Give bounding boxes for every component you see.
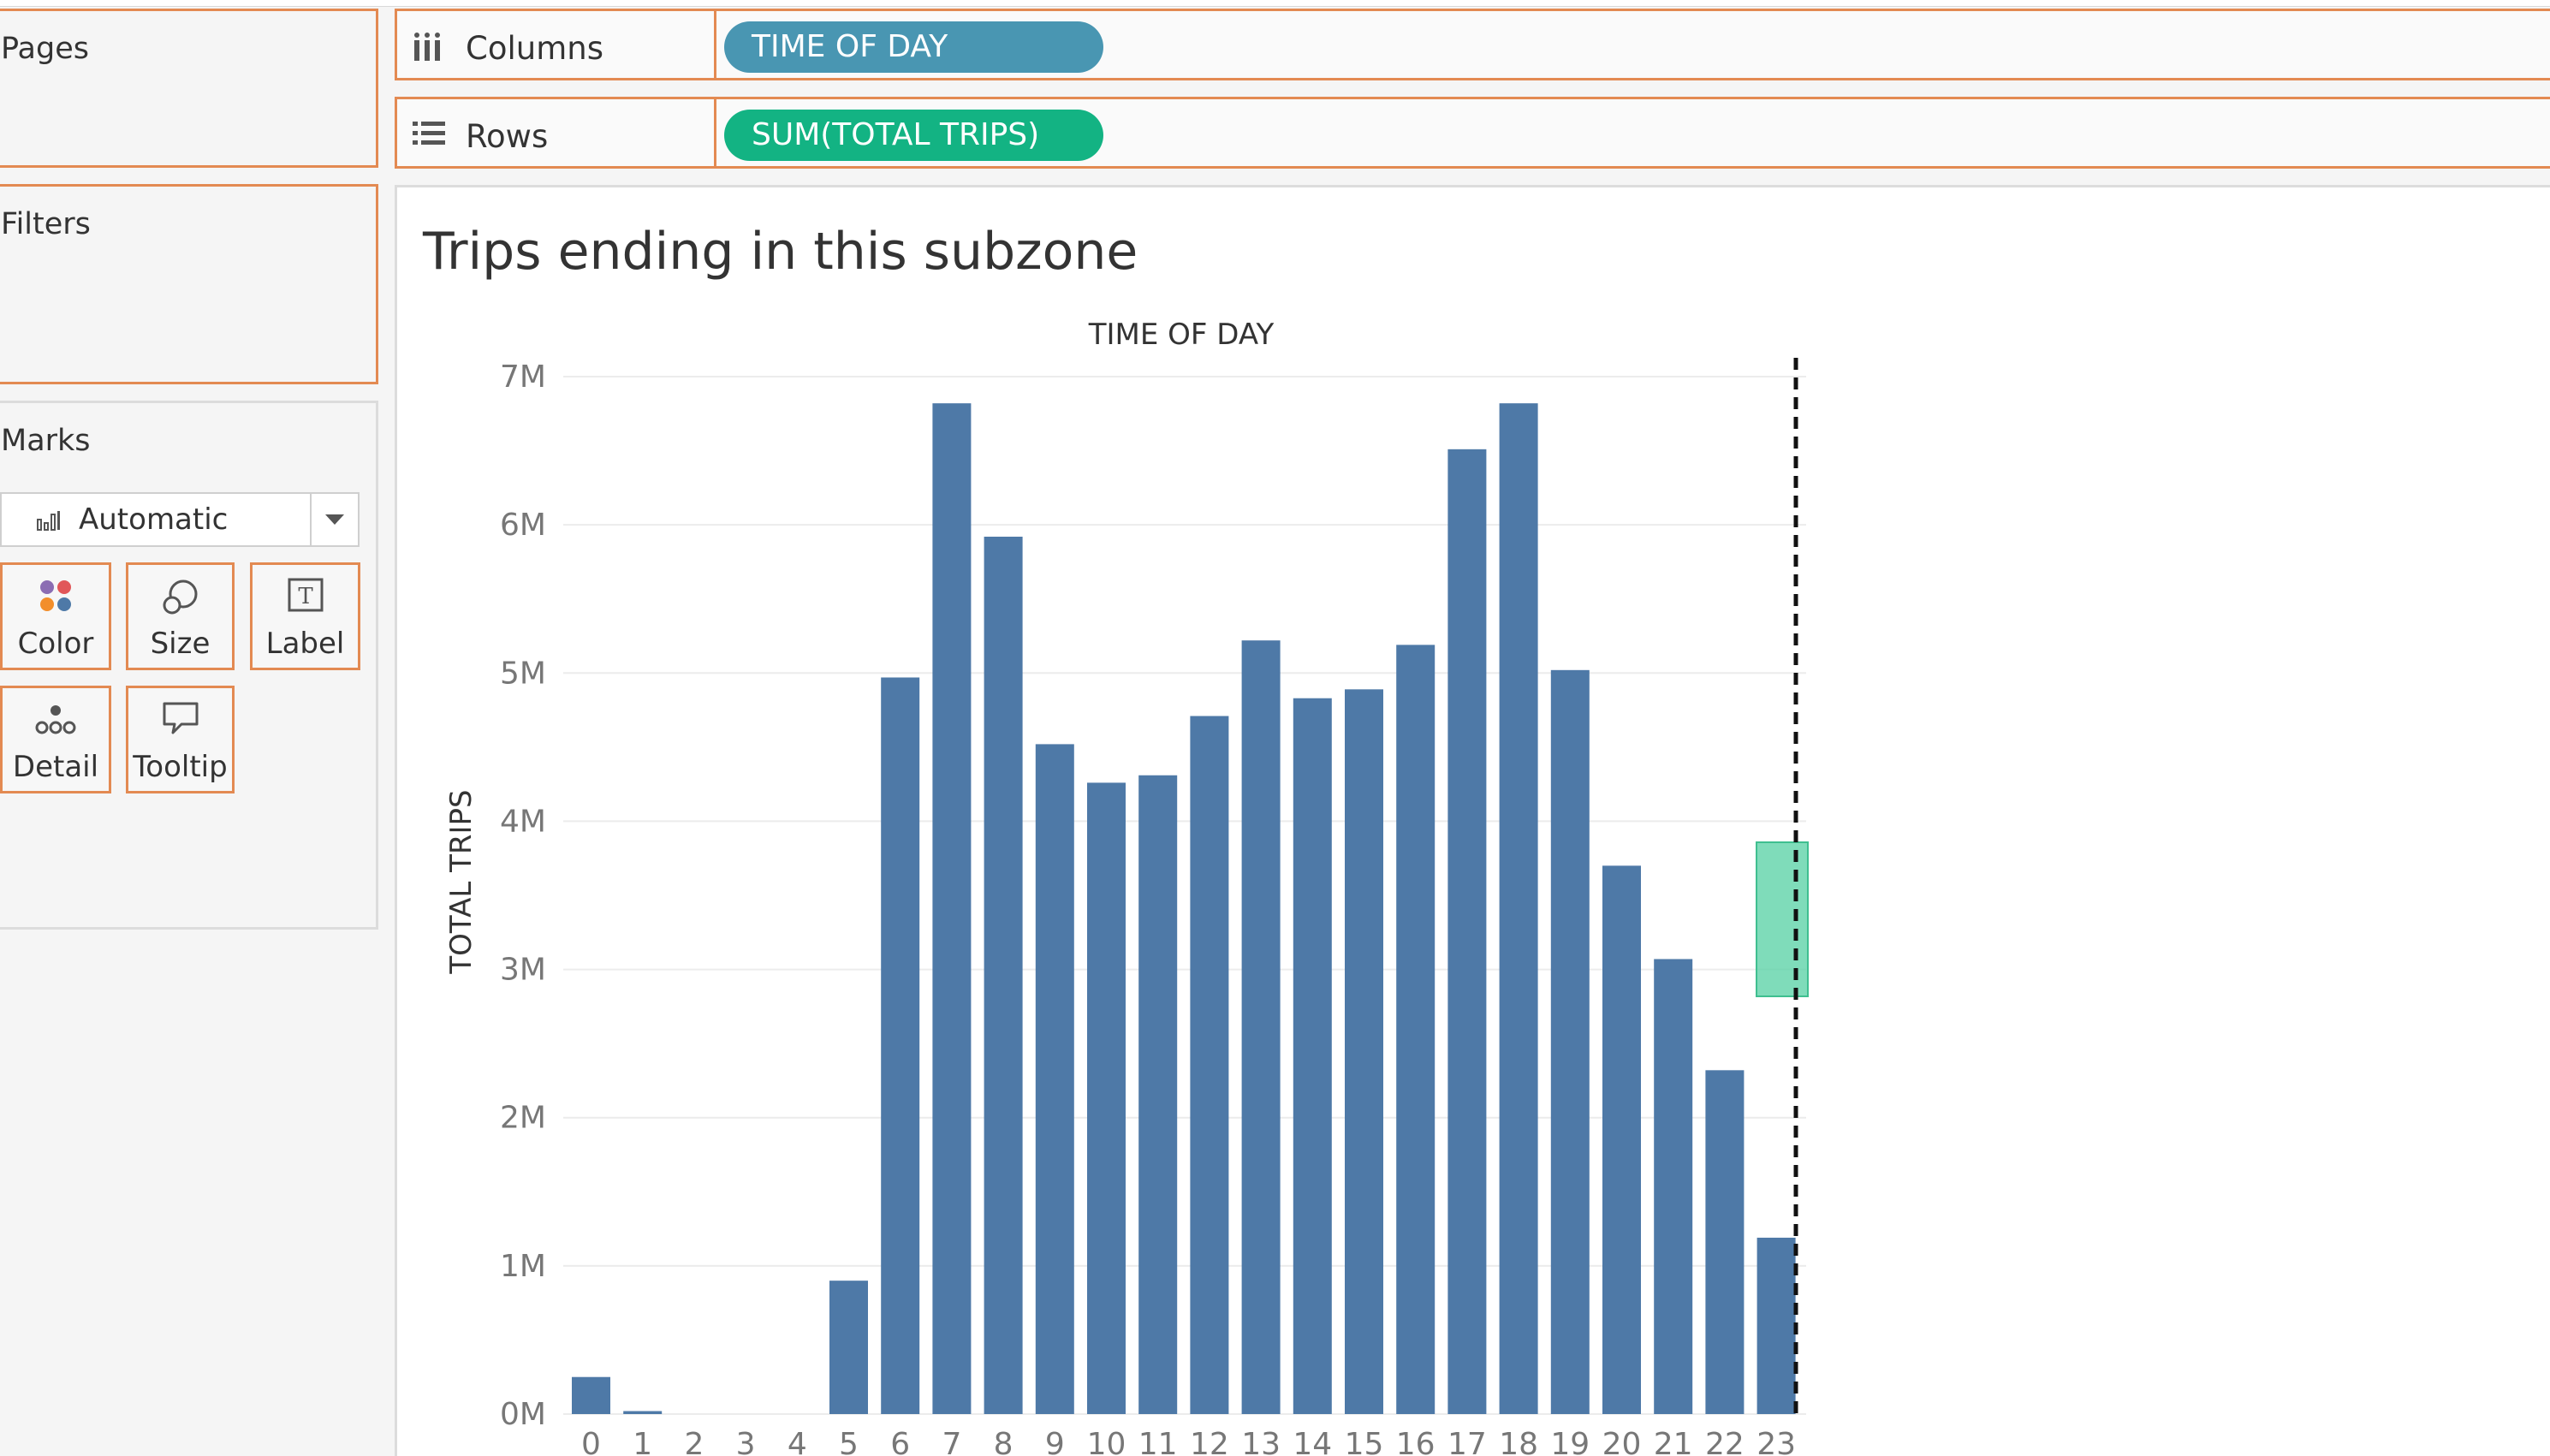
bar	[1705, 1070, 1745, 1414]
bar	[932, 403, 972, 1414]
x-tick-label: 0	[581, 1427, 601, 1456]
bar	[1550, 669, 1590, 1414]
bar	[572, 1376, 610, 1414]
bar	[1293, 698, 1332, 1414]
x-tick-label: 11	[1138, 1427, 1178, 1456]
x-tick-label: 6	[890, 1427, 910, 1456]
y-tick-label: 5M	[500, 656, 546, 691]
x-tick-label: 15	[1345, 1427, 1384, 1456]
bar	[623, 1411, 663, 1414]
x-tick-label: 3	[736, 1427, 756, 1456]
drop-target-highlight	[1756, 841, 1809, 997]
bar	[1087, 782, 1126, 1414]
x-tick-label: 1	[633, 1427, 652, 1456]
bar	[829, 1281, 868, 1414]
bar	[1035, 744, 1074, 1414]
y-tick-label: 3M	[500, 953, 546, 988]
bar	[1241, 640, 1281, 1414]
x-tick-label: 2	[684, 1427, 704, 1456]
y-tick-label: 4M	[500, 804, 546, 839]
bar	[1654, 959, 1693, 1414]
bar	[1756, 1237, 1796, 1414]
bar	[984, 536, 1023, 1414]
y-tick-label: 7M	[500, 360, 546, 395]
x-tick-label: 22	[1705, 1427, 1745, 1456]
x-tick-label: 21	[1654, 1427, 1693, 1456]
y-tick-label: 6M	[500, 508, 546, 543]
bar	[1396, 645, 1435, 1414]
y-tick-label: 0M	[500, 1397, 546, 1432]
x-tick-label: 19	[1550, 1427, 1590, 1456]
bar	[1345, 689, 1383, 1414]
bar	[1190, 716, 1229, 1414]
x-axis-title: TIME OF DAY	[1088, 318, 1275, 352]
x-tick-label: 7	[942, 1427, 961, 1456]
x-tick-label: 17	[1447, 1427, 1487, 1456]
bar	[1138, 775, 1178, 1414]
x-tick-label: 20	[1602, 1427, 1642, 1456]
y-tick-label: 2M	[500, 1101, 546, 1136]
y-tick-label: 1M	[500, 1249, 546, 1284]
x-tick-label: 13	[1241, 1427, 1281, 1456]
x-tick-label: 16	[1396, 1427, 1435, 1456]
x-tick-label: 8	[994, 1427, 1013, 1456]
bar	[1447, 449, 1487, 1414]
x-tick-label: 23	[1756, 1427, 1796, 1456]
x-tick-label: 9	[1045, 1427, 1065, 1456]
x-tick-label: 4	[788, 1427, 807, 1456]
x-tick-label: 5	[839, 1427, 859, 1456]
y-axis-title: TOTAL TRIPS	[444, 789, 478, 974]
bar	[881, 677, 920, 1414]
x-tick-label: 10	[1087, 1427, 1126, 1456]
x-tick-label: 18	[1499, 1427, 1538, 1456]
bar	[1499, 403, 1538, 1414]
x-tick-label: 12	[1190, 1427, 1229, 1456]
x-tick-label: 14	[1293, 1427, 1332, 1456]
bar-chart[interactable]: 0M 1M 2M 3M 4M 5M 6M 7M TIME OF DAY TOTAL TRIPS 0 1…	[0, 0, 2550, 1456]
bar	[1602, 865, 1641, 1414]
